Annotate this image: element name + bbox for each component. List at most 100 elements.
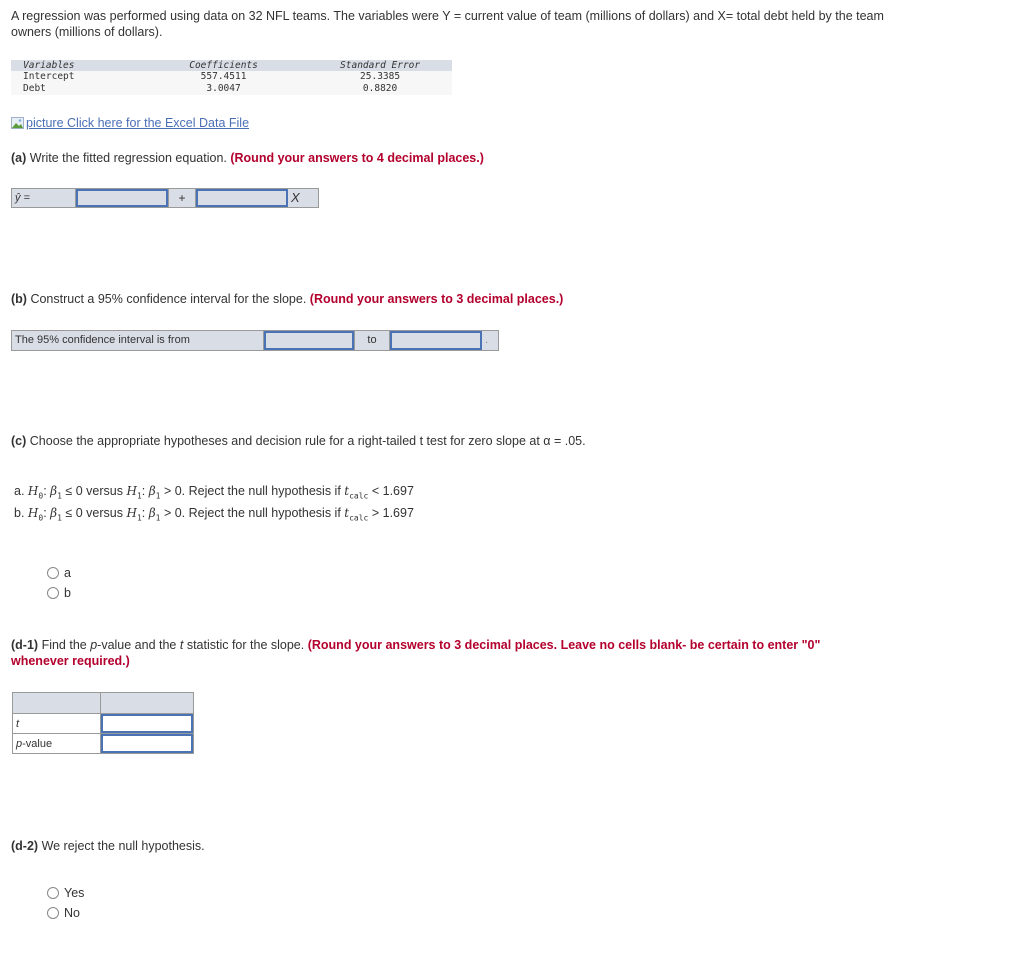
radio-option-yes[interactable]: Yes [47, 883, 84, 903]
radio-label: No [64, 906, 80, 920]
t-subscript: calc [349, 513, 369, 522]
ci-period: . [482, 331, 498, 350]
part-d1-question: (d-1) Find the p-value and the t statist… [11, 637, 871, 669]
option-key: a. [14, 484, 25, 498]
part-c-question: (c) Choose the appropriate hypotheses an… [11, 433, 586, 449]
header-coefficients: Coefficients [138, 60, 297, 71]
colon: : [141, 505, 149, 520]
decision-rule: > 1.697 [368, 505, 414, 520]
ci-lower-input[interactable] [264, 331, 354, 350]
part-d2-choices: Yes No [47, 883, 84, 923]
part-a-question: (a) Write the fitted regression equation… [11, 150, 484, 166]
table-row: t [12, 713, 194, 734]
p-value-label: p-value [12, 733, 101, 754]
excel-link-alt-text: picture [26, 116, 64, 130]
part-b-label: (b) [11, 292, 27, 306]
yhat-label: ŷ = [12, 189, 76, 207]
part-a-label: (a) [11, 151, 27, 165]
problem-intro: A regression was performed using data on… [11, 9, 884, 39]
part-b-question: (b) Construct a 95% confidence interval … [11, 291, 563, 307]
intercept-input[interactable] [76, 189, 168, 207]
beta-symbol: β [148, 505, 156, 520]
standard-error-value: 25.3385 [296, 71, 452, 83]
part-d2-text: We reject the null hypothesis. [41, 839, 205, 853]
ci-lower-input-wrapper [264, 331, 354, 350]
part-a-text: Write the fitted regression equation. [29, 151, 227, 165]
regression-equation-row: ŷ = + X [11, 188, 319, 208]
hypothesis-option-b: b. H0: β1 ≤ 0 versus H1: β1 > 0. Reject … [14, 505, 414, 527]
ci-upper-input-wrapper [390, 331, 482, 350]
radio-option-no[interactable]: No [47, 903, 84, 923]
slope-input-wrapper [196, 189, 288, 207]
t-label: t [12, 713, 101, 734]
ci-upper-input[interactable] [390, 331, 482, 350]
coefficient-value: 3.0047 [138, 83, 297, 95]
part-d2-question: (d-2) We reject the null hypothesis. [11, 838, 205, 854]
hypothesis-options: a. H0: β1 ≤ 0 versus H1: β1 > 0. Reject … [14, 483, 414, 526]
decision-rule: < 1.697 [368, 484, 414, 498]
regression-table-header: Variables Coefficients Standard Error [11, 60, 452, 71]
colon: : [141, 484, 149, 498]
part-c-choices: a b [47, 563, 71, 603]
broken-image-icon [11, 116, 25, 130]
part-d1-text: -value and the [97, 638, 180, 652]
t-subscript: calc [349, 491, 369, 501]
part-a-instruction: (Round your answers to 4 decimal places.… [230, 151, 484, 165]
table-row: p-value [12, 733, 194, 754]
standard-error-value: 0.8820 [296, 83, 452, 95]
plus-sign: + [168, 189, 196, 207]
part-b-instruction: (Round your answers to 3 decimal places.… [309, 292, 564, 306]
option-key: b. [14, 505, 25, 520]
hypothesis-option-a: a. H0: β1 ≤ 0 versus H1: β1 > 0. Reject … [14, 483, 414, 505]
t-value-cell [100, 713, 194, 734]
part-c-label: (c) [11, 434, 27, 448]
radio-button[interactable] [47, 907, 59, 919]
header-cell [12, 692, 101, 714]
excel-data-link[interactable]: picture Click here for the Excel Data Fi… [11, 116, 249, 130]
h0-symbol: H [27, 484, 39, 498]
h1-symbol: H [126, 484, 137, 498]
null-condition: ≤ 0 versus [61, 484, 127, 498]
h0-symbol: H [27, 505, 39, 520]
header-cell [100, 692, 194, 714]
header-standard-error: Standard Error [296, 60, 452, 71]
part-d1-label: (d-1) [11, 638, 39, 652]
radio-button[interactable] [47, 567, 59, 579]
radio-option-a[interactable]: a [47, 563, 71, 583]
table-row: Intercept 557.4511 25.3385 [11, 71, 452, 83]
slope-input[interactable] [196, 189, 288, 207]
regression-output-table: Variables Coefficients Standard Error In… [11, 60, 452, 95]
ci-to-label: to [354, 331, 390, 350]
coefficient-value: 557.4511 [138, 71, 297, 83]
part-d1-text: Find the [41, 638, 91, 652]
ci-label: The 95% confidence interval is from [12, 331, 264, 350]
t-statistic-table: t p-value [12, 692, 194, 754]
p-value-input[interactable] [101, 734, 193, 753]
part-d2-label: (d-2) [11, 839, 39, 853]
intercept-input-wrapper [76, 189, 168, 207]
radio-button[interactable] [47, 587, 59, 599]
part-c-text: Choose the appropriate hypotheses and de… [29, 434, 586, 448]
beta-symbol: β [148, 484, 156, 498]
excel-link-label: Click here for the Excel Data File [67, 116, 250, 130]
variable-name: Intercept [11, 71, 139, 83]
header-variables: Variables [11, 60, 139, 71]
alt-condition: > 0. Reject the null hypothesis if [160, 484, 345, 498]
t-statistic-input[interactable] [101, 714, 193, 733]
radio-label: b [64, 586, 71, 600]
part-d1-text: statistic for the slope. [183, 638, 305, 652]
alt-condition: > 0. Reject the null hypothesis if [160, 505, 345, 520]
x-variable-label: X [288, 189, 318, 207]
confidence-interval-row: The 95% confidence interval is from to . [11, 330, 499, 351]
radio-button[interactable] [47, 887, 59, 899]
radio-label: Yes [64, 886, 85, 900]
h1-symbol: H [126, 505, 137, 520]
table-row: Debt 3.0047 0.8820 [11, 83, 452, 95]
p-value-cell [100, 733, 194, 754]
table-header-row [12, 692, 194, 714]
variable-name: Debt [11, 83, 139, 95]
null-condition: ≤ 0 versus [61, 505, 127, 520]
part-b-text: Construct a 95% confidence interval for … [30, 292, 307, 306]
radio-option-b[interactable]: b [47, 583, 71, 603]
radio-label: a [64, 566, 71, 580]
